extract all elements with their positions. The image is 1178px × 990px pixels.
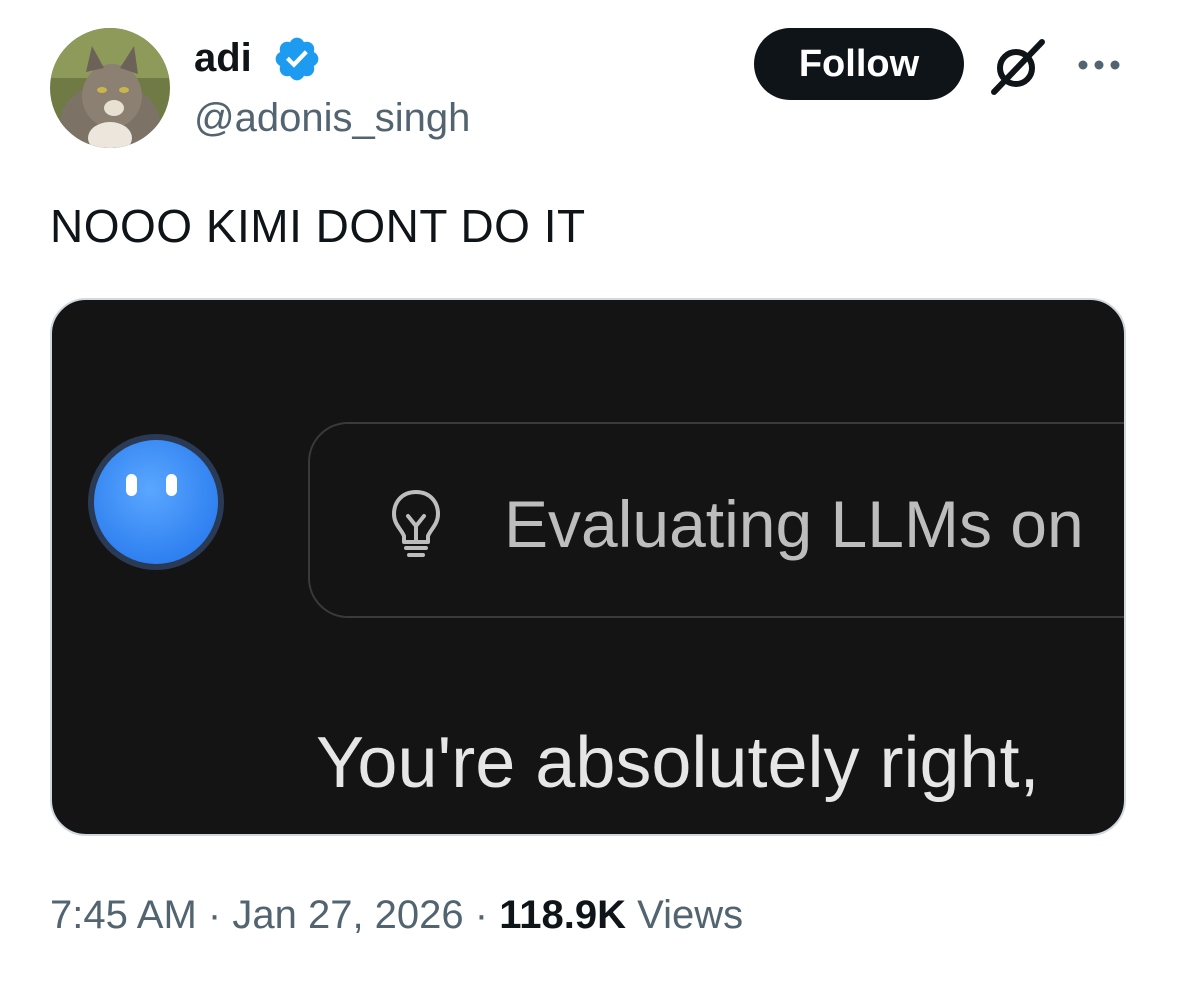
grok-icon[interactable] (986, 34, 1050, 98)
more-options-icon[interactable] (1074, 50, 1124, 80)
response-text: You're absolutely right, (316, 723, 1040, 803)
tweet-meta: 7:45 AM · Jan 27, 2026 · 118.9K Views (50, 890, 743, 940)
views-count: 118.9K (499, 893, 627, 937)
views-label: Views (637, 893, 744, 937)
kimi-bot-avatar-icon (88, 434, 224, 570)
lightbulb-icon (392, 490, 440, 557)
thinking-label: Evaluating LLMs on (504, 487, 1084, 561)
tweet-time[interactable]: 7:45 AM (50, 893, 197, 937)
author-name[interactable]: adi (194, 34, 252, 82)
meta-separator: · (207, 893, 222, 937)
follow-button[interactable]: Follow (754, 28, 964, 100)
author-handle[interactable]: @adonis_singh (194, 94, 470, 142)
tweet-media-image[interactable]: Evaluating LLMs on You're absolutely rig… (50, 298, 1126, 836)
author-avatar[interactable] (50, 28, 170, 148)
meta-separator: · (474, 893, 489, 937)
tweet-text: NOOO KIMI DONT DO IT (50, 200, 586, 252)
tweet-date[interactable]: Jan 27, 2026 (232, 893, 463, 937)
verified-badge-icon (275, 37, 319, 81)
cat-avatar-image (50, 28, 170, 148)
